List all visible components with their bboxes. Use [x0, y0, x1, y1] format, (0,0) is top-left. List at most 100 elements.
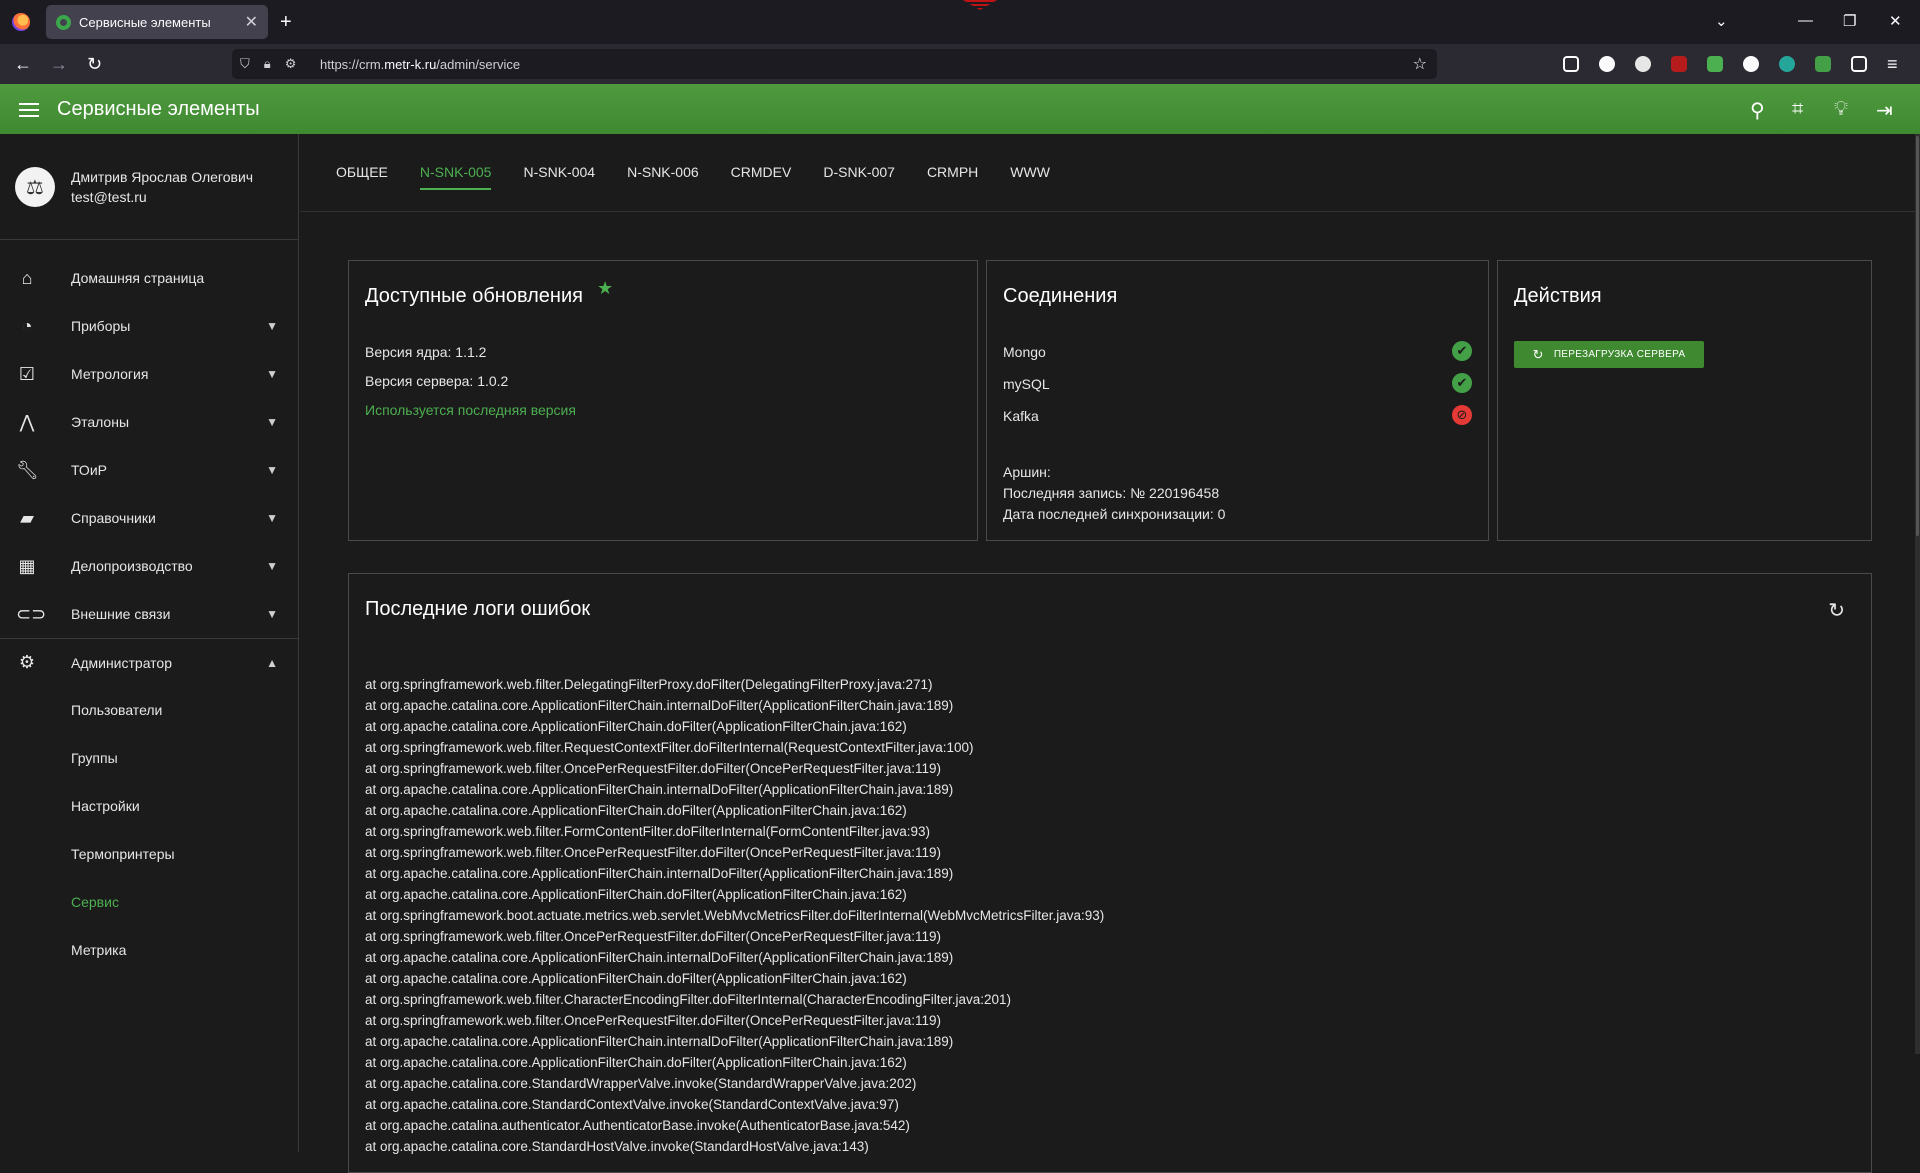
recording-indicator [963, 0, 997, 10]
sidebar-item-label: Приборы [71, 318, 131, 334]
tab-n-snk-006[interactable]: N-SNK-006 [627, 164, 699, 190]
reload-icon[interactable]: ↻ [87, 54, 102, 75]
sidebar-item-standards[interactable]: ⋀ Эталоны ▼ [0, 398, 298, 446]
sidebar-item-label: Домашняя страница [71, 270, 205, 286]
sidebar-item-references[interactable]: ▰ Справочники ▼ [0, 494, 298, 542]
log-list: at org.springframework.web.filter.Delega… [365, 674, 1104, 1157]
tab-n-snk-004[interactable]: N-SNK-004 [523, 164, 595, 190]
connection-mysql: mySQL ✔ [1003, 373, 1472, 393]
log-line: at org.apache.catalina.core.ApplicationF… [365, 719, 907, 734]
qr-scan-icon[interactable]: ⌗ [1792, 98, 1803, 121]
back-icon[interactable]: ← [14, 54, 32, 75]
connection-name: Kafka [1003, 408, 1039, 424]
sync-disabled-icon: ⊘ [1452, 405, 1472, 425]
extension-v-icon[interactable] [1815, 56, 1831, 72]
connections-title: Соединения [1003, 285, 1118, 307]
user-name: Дмитрив Ярослав Олегович [71, 169, 254, 185]
check-circle-icon: ✔ [1452, 373, 1472, 393]
server-version: Версия сервера: 1.0.2 [365, 373, 509, 389]
page-title: Сервисные элементы [57, 98, 260, 120]
log-line: at org.springframework.web.filter.Delega… [365, 677, 933, 692]
log-line: at org.apache.catalina.core.ApplicationF… [365, 803, 907, 818]
grammarly-icon[interactable] [1779, 56, 1795, 72]
updates-title: Доступные обновления [365, 285, 583, 307]
browser-tab[interactable]: Сервисные элементы ✕ [46, 5, 268, 39]
extension-search-icon[interactable] [1635, 56, 1651, 72]
sidebar-item-maintenance[interactable]: 🔧︎ ТОиР ▼ [0, 446, 298, 494]
forward-icon[interactable]: → [50, 54, 68, 75]
extension-l-icon[interactable] [1599, 56, 1615, 72]
shield-icon[interactable]: ⛉ [240, 56, 250, 72]
sidebar-item-devices[interactable]: ◔ Приборы ▼ [0, 302, 298, 350]
page-scrollbar[interactable] [1915, 134, 1920, 1054]
tab-d-snk-007[interactable]: D-SNK-007 [823, 164, 895, 190]
permissions-icon[interactable]: ⚙ [285, 56, 297, 72]
tab-crmph[interactable]: CRMPH [927, 164, 978, 190]
log-line: at org.apache.catalina.core.ApplicationF… [365, 1055, 907, 1070]
logout-icon[interactable]: ⇥ [1876, 98, 1893, 123]
sidebar-subitem-label: Пользователи [71, 702, 163, 718]
firefox-logo-icon[interactable] [12, 13, 30, 31]
extension-badge-icon[interactable] [1707, 56, 1723, 72]
sidebar-item-office-work[interactable]: ▦ Делопроизводство ▼ [0, 542, 298, 590]
log-line: at org.springframework.web.filter.Reques… [365, 740, 974, 755]
restart-server-button[interactable]: ↻ ПЕРЕЗАГРУЗКА СЕРВЕРА [1514, 341, 1704, 368]
minimize-icon[interactable]: — [1798, 12, 1813, 29]
log-line: at org.apache.catalina.core.ApplicationF… [365, 1034, 954, 1049]
tab-n-snk-005[interactable]: N-SNK-005 [419, 164, 492, 190]
sidebar-subitem-metrics[interactable]: Метрика [0, 926, 298, 974]
pocket-icon[interactable] [1563, 56, 1579, 72]
address-bar[interactable]: ⛉ 🔒︎ ⚙ https://crm.metr-k.ru/admin/servi… [232, 49, 1437, 79]
sidebar-item-metrology[interactable]: ☑ Метрология ▼ [0, 350, 298, 398]
log-line: at org.apache.catalina.core.ApplicationF… [365, 698, 954, 713]
log-line: at org.springframework.web.filter.OncePe… [365, 1013, 941, 1028]
tab-www[interactable]: WWW [1010, 164, 1050, 190]
sidebar-item-administrator[interactable]: ⚙ Администратор ▲ [0, 638, 298, 686]
actions-title: Действия [1514, 285, 1602, 307]
new-tab-button[interactable]: + [280, 11, 292, 34]
tab-general[interactable]: ОБЩЕЕ [336, 164, 388, 190]
check-circle-icon: ✔ [1452, 341, 1472, 361]
close-tab-icon[interactable]: ✕ [245, 12, 258, 32]
search-icon[interactable]: ⚲ [1750, 98, 1765, 123]
link-icon: ⊂⊃ [16, 603, 47, 624]
sidebar-item-label: Справочники [71, 510, 156, 526]
log-line: at org.apache.catalina.core.ApplicationF… [365, 866, 954, 881]
sidebar-item-home[interactable]: ⌂ Домашняя страница [0, 254, 298, 302]
extensions-icon[interactable] [1851, 56, 1867, 72]
app-header: Сервисные элементы ⚲ ⌗ 💡︎ ⇥ [0, 84, 1920, 134]
sidebar-subitem-settings[interactable]: Настройки [0, 782, 298, 830]
chevron-down-icon: ▼ [266, 415, 278, 429]
main-content: ОБЩЕЕ N-SNK-005 N-SNK-004 N-SNK-006 CRMD… [300, 134, 1920, 1173]
sidebar-subitem-users[interactable]: Пользователи [0, 686, 298, 734]
sidebar-item-external-links[interactable]: ⊂⊃ Внешние связи ▼ [0, 590, 298, 638]
restore-icon[interactable]: ❐ [1843, 12, 1856, 30]
checkbox-icon: ☑ [18, 363, 36, 384]
sidebar-subitem-label: Сервис [71, 894, 119, 910]
url-text[interactable]: https://crm.metr-k.ru/admin/service [320, 57, 520, 72]
compass-icon: ⋀ [19, 411, 35, 432]
refresh-logs-icon[interactable]: ↻ [1828, 598, 1845, 623]
sidebar-subitem-service[interactable]: Сервис [0, 878, 298, 926]
sidebar-item-label: ТОиР [71, 462, 107, 478]
tab-list-icon[interactable]: ⌄ [1715, 12, 1728, 30]
log-line: at org.springframework.web.filter.OncePe… [365, 845, 941, 860]
connection-name: Mongo [1003, 344, 1046, 360]
menu-icon[interactable]: ≡ [1887, 54, 1898, 75]
browser-tab-bar: Сервисные элементы ✕ + ⌄ — ❐ ✕ [0, 0, 1920, 44]
arshin-label: Аршин: [1003, 464, 1051, 480]
log-line: at org.apache.catalina.authenticator.Aut… [365, 1118, 910, 1133]
hamburger-menu-icon[interactable] [19, 103, 39, 117]
extension-compass-icon[interactable] [1743, 56, 1759, 72]
tab-crmdev[interactable]: CRMDEV [731, 164, 792, 190]
sidebar-subitem-thermoprinters[interactable]: Термопринтеры [0, 830, 298, 878]
sidebar-subitem-label: Группы [71, 750, 118, 766]
sidebar-subitem-groups[interactable]: Группы [0, 734, 298, 782]
log-line: at org.apache.catalina.core.StandardWrap… [365, 1076, 917, 1091]
bookmark-star-icon[interactable]: ☆ [1413, 54, 1427, 74]
lightbulb-icon[interactable]: 💡︎ [1834, 98, 1848, 121]
ublock-icon[interactable] [1671, 56, 1687, 72]
lock-icon[interactable]: 🔒︎ [264, 56, 271, 72]
close-window-icon[interactable]: ✕ [1889, 12, 1902, 30]
actions-card: Действия ↻ ПЕРЕЗАГРУЗКА СЕРВЕРА [1497, 260, 1872, 541]
